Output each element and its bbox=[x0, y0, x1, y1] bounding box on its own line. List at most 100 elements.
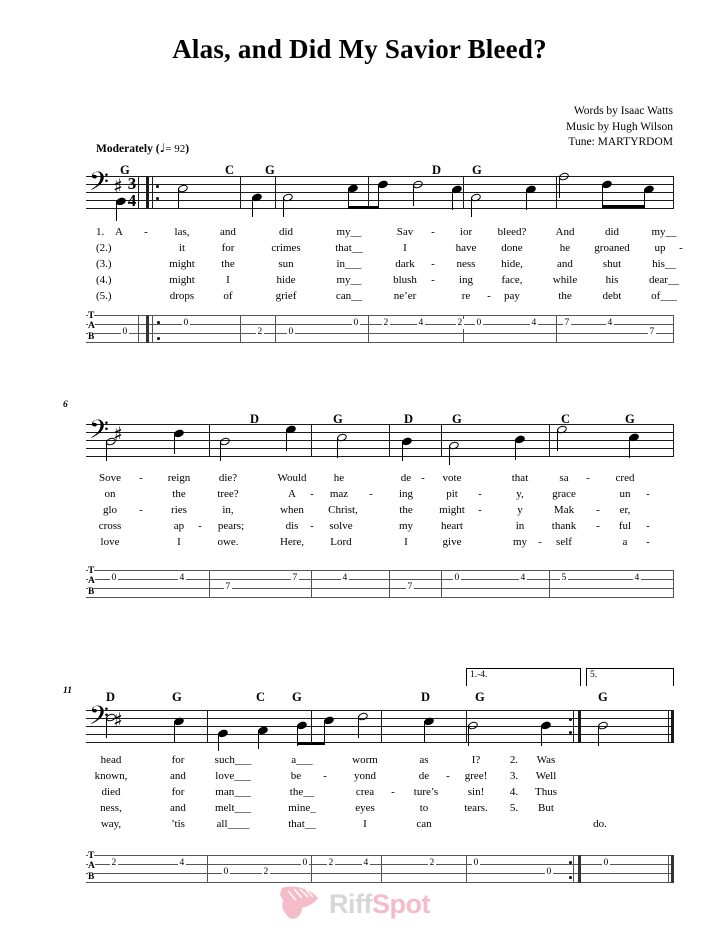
chord-symbol: G bbox=[265, 163, 275, 177]
lyric-syllable: - bbox=[139, 472, 143, 484]
lyric-syllable: for bbox=[171, 754, 185, 766]
lyric-syllable: blush bbox=[393, 274, 417, 286]
lyric-syllable: 3. bbox=[509, 770, 519, 782]
lyric-syllable: for bbox=[171, 786, 185, 798]
tab-letter-b: B bbox=[88, 332, 95, 342]
lyric-syllable: I bbox=[363, 818, 367, 830]
repeat-dot bbox=[569, 718, 572, 721]
lyric-syllable: as bbox=[419, 754, 429, 766]
beam bbox=[602, 205, 645, 209]
lyric-syllable: in___ bbox=[336, 258, 362, 270]
lyric-syllable: sa bbox=[559, 472, 569, 484]
chord-symbol: G bbox=[472, 163, 482, 177]
tab-barline bbox=[207, 855, 208, 883]
lyric-syllable: - bbox=[431, 226, 435, 238]
lyric-syllable: ness bbox=[456, 258, 476, 270]
lyric-syllable: grief bbox=[275, 290, 297, 302]
chord-symbol: C bbox=[225, 163, 235, 177]
lyric-syllable: ness, bbox=[100, 802, 122, 814]
chord-symbol: G bbox=[625, 412, 635, 426]
lyric-syllable: might bbox=[439, 504, 465, 516]
lyric-syllable: give bbox=[442, 536, 462, 548]
lyric-syllable: - bbox=[596, 504, 600, 516]
lyric-syllable: worm bbox=[352, 754, 378, 766]
lyric-syllable: my bbox=[512, 536, 528, 548]
lyric-syllable: might bbox=[169, 258, 195, 270]
lyric-syllable: Here, bbox=[279, 536, 305, 548]
tab-letter-a: A bbox=[88, 861, 95, 871]
chord-symbol: C bbox=[561, 412, 571, 426]
lyric-syllable: reign bbox=[167, 472, 191, 484]
tab-fret-number: 4 bbox=[362, 858, 370, 869]
lyric-syllable: glo bbox=[102, 504, 118, 516]
lyric-syllable: las, bbox=[174, 226, 190, 238]
credit-tune: Tune: MARTYRDOM bbox=[568, 136, 673, 148]
lyric-syllable: bleed? bbox=[497, 226, 527, 238]
tab-fret-number: 4 bbox=[606, 318, 614, 329]
lyric-syllable: ’tis bbox=[171, 818, 185, 830]
lyric-syllable: ne’er bbox=[393, 290, 417, 302]
tab-barline bbox=[138, 315, 139, 343]
tab-fret-number: 4 bbox=[519, 573, 527, 584]
lyric-syllable: do. bbox=[593, 818, 607, 830]
lyric-syllable: a bbox=[622, 536, 628, 548]
tab-fret-number: 7 bbox=[563, 318, 571, 329]
lyric-syllable: - bbox=[369, 488, 373, 500]
chord-symbol: G bbox=[120, 163, 130, 177]
barline bbox=[556, 176, 557, 209]
tab-barline bbox=[466, 855, 467, 883]
lyric-syllable: the bbox=[399, 504, 413, 516]
lyric-syllable: on bbox=[104, 488, 116, 500]
lyric-syllable: and bbox=[220, 226, 236, 238]
lyric-syllable: it bbox=[178, 242, 186, 254]
lyric-syllable: re bbox=[461, 290, 471, 302]
chord-symbol: D bbox=[432, 163, 442, 177]
tab-staff-2 bbox=[86, 570, 674, 598]
verse-number: (5.) bbox=[96, 290, 112, 302]
chord-symbol: G bbox=[598, 690, 608, 704]
lyric-syllable: can__ bbox=[335, 290, 363, 302]
lyric-syllable: a___ bbox=[291, 754, 313, 766]
tab-fret-number: 7 bbox=[406, 582, 414, 593]
chord-symbol: G bbox=[172, 690, 182, 704]
tab-fret-number: 0 bbox=[110, 573, 118, 584]
tab-fret-number: 2 bbox=[256, 327, 264, 338]
barline bbox=[463, 176, 464, 209]
tab-fret-number: 0 bbox=[301, 858, 309, 869]
tab-barline bbox=[549, 570, 550, 598]
lyric-syllable: Christ, bbox=[328, 504, 358, 516]
lyric-syllable: heart bbox=[441, 520, 463, 532]
lyric-syllable: sin! bbox=[467, 786, 485, 798]
lyric-syllable: head bbox=[100, 754, 122, 766]
lyric-syllable: un bbox=[619, 488, 631, 500]
lyric-syllable: for bbox=[221, 242, 235, 254]
barline bbox=[311, 710, 312, 743]
lyric-syllable: dis bbox=[285, 520, 299, 532]
lyric-syllable: eyes bbox=[355, 802, 375, 814]
tab-fret-number: 2 bbox=[110, 858, 118, 869]
tab-barline bbox=[209, 570, 210, 598]
lyric-syllable: died bbox=[101, 786, 121, 798]
credit-words: Words by Isaac Watts bbox=[573, 105, 673, 117]
credit-music: Music by Hugh Wilson bbox=[566, 120, 673, 133]
lyric-syllable: gree! bbox=[464, 770, 488, 782]
barline bbox=[673, 176, 674, 209]
lyric-syllable: 2. bbox=[509, 754, 519, 766]
lyric-syllable: ries bbox=[171, 504, 187, 516]
tab-letter-a: A bbox=[88, 576, 95, 586]
lyric-syllable: way, bbox=[100, 818, 122, 830]
lyric-syllable: the__ bbox=[289, 786, 315, 798]
barline bbox=[573, 710, 574, 743]
lyric-syllable: - bbox=[538, 536, 542, 548]
lyric-syllable: pears; bbox=[217, 520, 245, 532]
barline bbox=[673, 424, 674, 457]
tab-staff-3 bbox=[86, 855, 674, 883]
lyric-syllable: up bbox=[654, 242, 666, 254]
repeat-dot bbox=[569, 861, 572, 864]
key-signature-sharp-icon: ♯ bbox=[113, 174, 123, 198]
lyric-syllable: - bbox=[446, 770, 450, 782]
tab-fret-number: 0 bbox=[472, 858, 480, 869]
tab-letter-a: A bbox=[88, 321, 95, 331]
lyric-syllable: - bbox=[431, 274, 435, 286]
lyric-syllable: - bbox=[323, 770, 327, 782]
